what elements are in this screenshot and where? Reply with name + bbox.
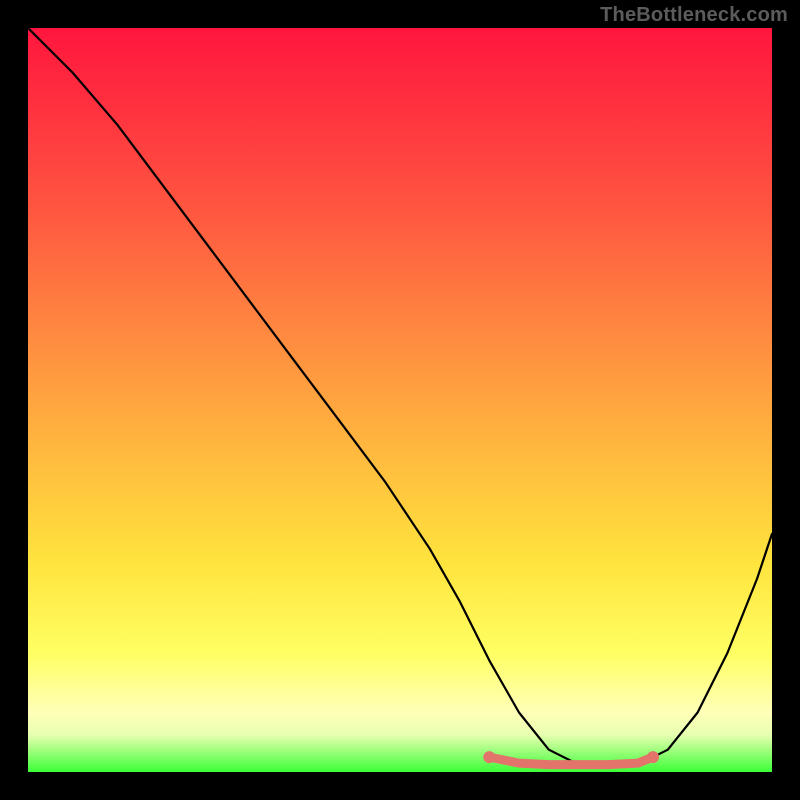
- highlight-end-dot: [483, 751, 495, 763]
- plot-area: [28, 28, 772, 772]
- highlight-end-dot: [647, 751, 659, 763]
- watermark-text: TheBottleneck.com: [600, 4, 788, 27]
- chart-frame: TheBottleneck.com: [0, 0, 800, 800]
- curve-svg: [28, 28, 772, 772]
- bottleneck-curve: [28, 28, 772, 765]
- optimal-range-highlight: [489, 757, 653, 765]
